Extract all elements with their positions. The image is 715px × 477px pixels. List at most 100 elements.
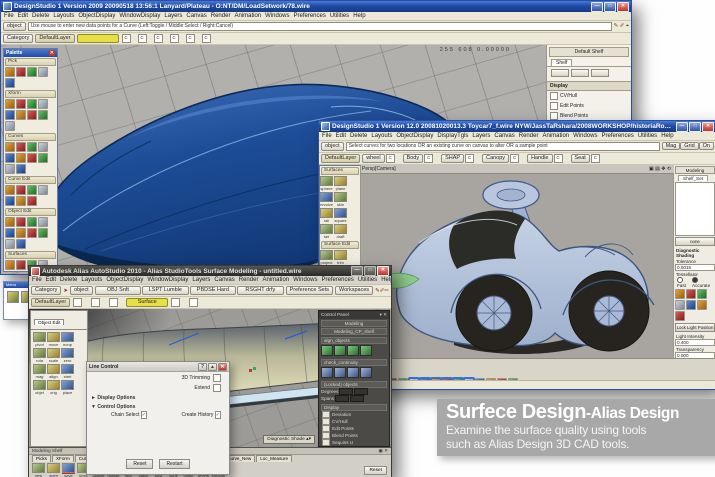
tool-icon[interactable] (7, 291, 19, 303)
palette-group-label[interactable]: Curves (5, 133, 56, 141)
checkbox[interactable] (322, 425, 330, 432)
reset-button[interactable]: Reset (126, 459, 153, 469)
pen-icons[interactable]: ✎ ✐ ⌖ (614, 23, 629, 30)
viewport-toy-car[interactable] (359, 173, 674, 359)
tool-icon[interactable]: set (320, 224, 333, 239)
tool-icon[interactable] (27, 99, 37, 109)
tool-icon[interactable] (5, 110, 15, 120)
snap-toggle[interactable]: Grid (680, 142, 698, 150)
menu-item[interactable]: Layers (164, 13, 182, 19)
layer-toggle[interactable] (91, 298, 100, 307)
menu-item[interactable]: Preferences (293, 13, 325, 19)
tool-icon[interactable] (5, 164, 15, 174)
tool-icon[interactable] (16, 99, 26, 109)
tool-icon[interactable] (5, 99, 15, 109)
object-selector[interactable]: object (321, 142, 344, 151)
tool-icon[interactable]: move (47, 332, 60, 347)
menu-item[interactable]: Edit (46, 277, 56, 283)
dialog-title-bar[interactable]: Line Control ? ▲ ✕ (87, 362, 229, 372)
tool-icon[interactable] (27, 196, 37, 206)
tool-icon[interactable] (38, 228, 48, 238)
continuity-icon[interactable] (334, 367, 346, 378)
menu-item[interactable]: Layouts (81, 277, 102, 283)
layer-toggle[interactable]: C (386, 154, 395, 163)
shelf-list-box[interactable] (675, 182, 715, 236)
menu-item[interactable]: Render (239, 277, 259, 283)
menu-item[interactable]: Animation (234, 13, 261, 19)
palette-title-bar[interactable]: Palette ✕ (4, 49, 57, 57)
tool-icon[interactable] (5, 185, 15, 195)
tool-icon[interactable] (16, 260, 26, 270)
preference-sets-button[interactable]: Preference Sets (286, 286, 333, 295)
menu-item[interactable]: Windows (265, 13, 289, 19)
menu-item[interactable]: Canvas (214, 277, 234, 283)
shading-mode-icon[interactable] (686, 289, 696, 299)
palette-group-label[interactable]: Object Edit (5, 208, 56, 216)
align-icon[interactable] (321, 345, 333, 356)
checkbox[interactable] (550, 112, 558, 120)
category-button[interactable]: Category (3, 34, 33, 43)
display-check[interactable]: Blend Points (319, 432, 389, 439)
menu-item[interactable]: Help (353, 13, 365, 19)
menu-item[interactable]: File (322, 133, 332, 139)
none-dropdown[interactable]: none (675, 237, 715, 246)
restart-button[interactable]: Restart (159, 459, 189, 469)
surface-layer-chip[interactable]: Surface (126, 298, 168, 307)
tool-icon[interactable] (5, 196, 15, 206)
check-continuity-section[interactable]: check_continuity (321, 359, 387, 366)
tool-icon[interactable]: mag (33, 364, 46, 379)
maximize-button[interactable]: □ (604, 2, 616, 12)
minimize-button[interactable]: — (676, 122, 688, 132)
shelf-tool-icon[interactable]: new (32, 463, 45, 477)
snap-chip[interactable]: PBDSE Hard (190, 286, 236, 295)
close-button[interactable]: ✕ (617, 2, 629, 12)
checkbox[interactable] (322, 411, 330, 418)
tab-modeling[interactable]: Modeling (321, 320, 387, 327)
checkbox[interactable] (322, 439, 330, 446)
spans-field[interactable] (335, 395, 349, 402)
layer-toggle[interactable]: C (138, 34, 147, 43)
checkbox[interactable] (322, 432, 330, 439)
object-selector[interactable]: object (3, 22, 26, 31)
radio-accurate[interactable]: Accurate (692, 277, 713, 288)
slider-value[interactable]: 0.400 (675, 339, 715, 346)
tool-icon[interactable] (38, 217, 48, 227)
tool-icon[interactable]: align (47, 364, 60, 379)
shading-mode-icon[interactable] (697, 300, 707, 310)
close-button[interactable]: ✕ (702, 122, 714, 132)
align-icon[interactable] (334, 345, 346, 356)
tool-icon[interactable] (5, 228, 15, 238)
snap-toggle[interactable]: Mag (662, 142, 681, 150)
menu-item[interactable]: Render (211, 13, 231, 19)
spans-field[interactable] (350, 395, 364, 402)
menu-item[interactable]: ObjectDisplay (106, 277, 143, 283)
tool-icon[interactable] (27, 110, 37, 120)
maximize-button[interactable]: □ (364, 266, 376, 276)
dialog-collapse-button[interactable]: ▲ (208, 363, 217, 371)
tool-icon[interactable] (16, 271, 26, 272)
menu-item[interactable]: Delete (32, 13, 49, 19)
layer-chip[interactable]: SHAP (441, 154, 464, 163)
tab-object-edit[interactable]: Object Edit (34, 319, 64, 325)
tab-shelf[interactable]: Shelf (551, 59, 572, 66)
menu-item[interactable]: ObjectDisplay (396, 133, 433, 139)
tool-icon[interactable]: zero (61, 348, 74, 363)
close-button[interactable]: ✕ (377, 266, 389, 276)
layer-toggle[interactable]: C (465, 154, 474, 163)
display-check[interactable]: Sequins U (319, 439, 389, 446)
tool-icon[interactable]: square (334, 208, 347, 223)
layer-toggle[interactable] (109, 298, 118, 307)
shading-mode-icon[interactable] (675, 289, 685, 299)
tool-icon[interactable] (16, 67, 26, 77)
display-option[interactable]: CV/Hull (547, 91, 631, 101)
tool-icon[interactable]: scale (47, 348, 60, 363)
menu-item[interactable]: Utilities (358, 277, 377, 283)
tool-icon[interactable] (38, 142, 48, 152)
tool-icon[interactable] (38, 99, 48, 109)
menu-item[interactable]: Animation (262, 277, 289, 283)
default-layer-button[interactable]: DefaultLayer (321, 154, 360, 163)
menu-item[interactable]: Edit (336, 133, 346, 139)
tool-icon[interactable]: objet (33, 380, 46, 395)
display-check[interactable]: CV/Hull (319, 418, 389, 425)
tool-icon[interactable] (5, 142, 15, 152)
